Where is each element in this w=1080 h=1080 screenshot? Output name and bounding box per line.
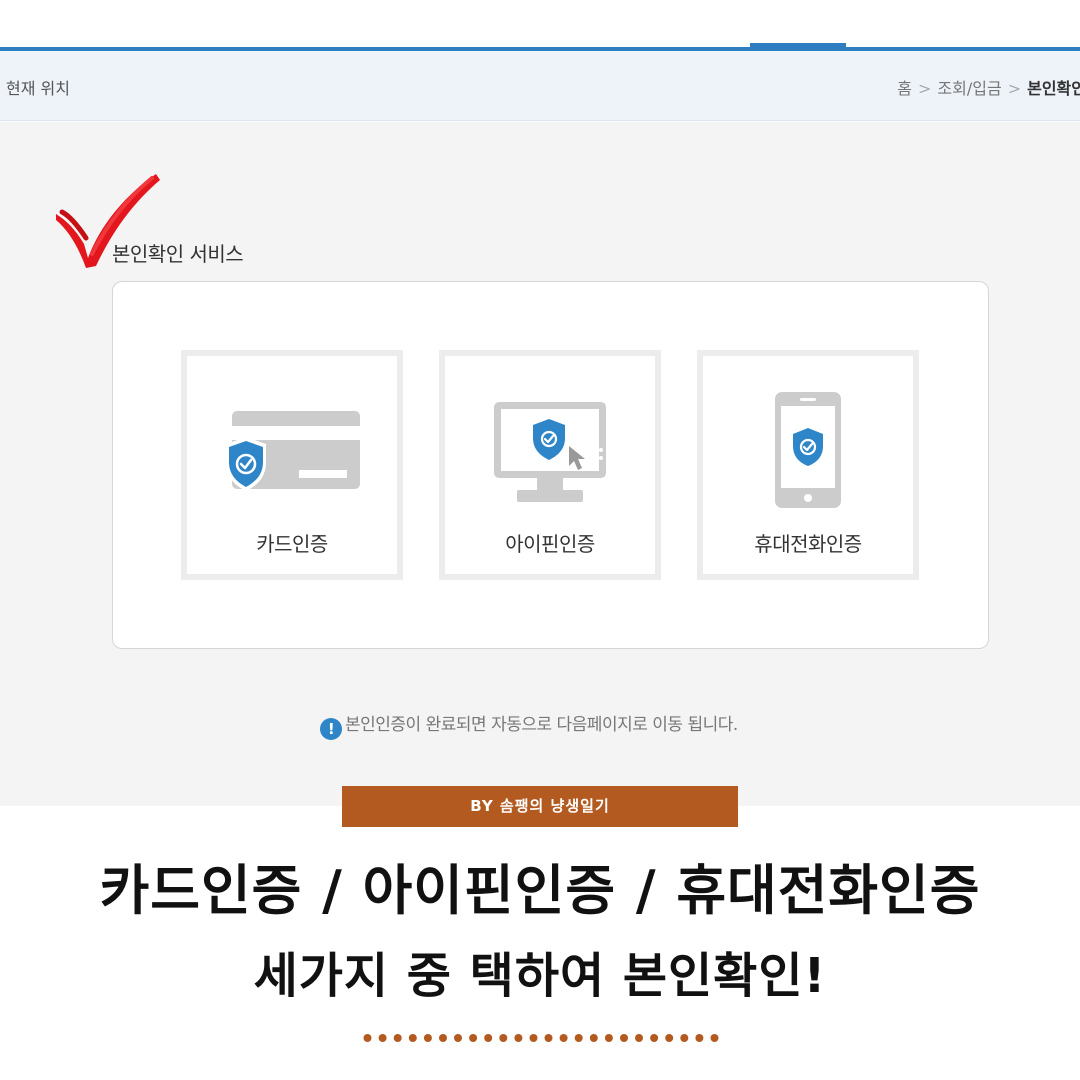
caption-headline-line1: 카드인증 / 아이핀인증 / 휴대전화인증 [99, 859, 981, 922]
card-auth-label: 카드인증 [256, 532, 328, 556]
divider-dot [620, 1034, 628, 1042]
divider-dot [514, 1034, 523, 1042]
phone-auth-option[interactable]: 휴대전화인증 [697, 350, 919, 580]
divider-dot [635, 1034, 643, 1042]
divider-dot [544, 1034, 553, 1042]
caption-headline-line2: 세가지 중 택하여 본인확인! [253, 948, 827, 1004]
divider-dot [393, 1034, 402, 1042]
credit-card-shield-icon [226, 411, 360, 491]
divider-dot [423, 1034, 432, 1042]
divider-dot [529, 1034, 538, 1042]
divider-dot [604, 1034, 613, 1042]
divider-dot [574, 1034, 583, 1042]
breadcrumb-bar: 현재 위치 홈 > 조회/입금 > 본인확인 [0, 51, 1080, 121]
divider-dot [439, 1034, 447, 1042]
divider-dot [559, 1034, 568, 1042]
info-exclamation-icon: ! [320, 718, 342, 740]
divider-dot [680, 1034, 689, 1042]
location-label: 현재 위치 [6, 79, 70, 98]
divider-dot [710, 1034, 719, 1042]
notice-text: 본인인증이 완료되면 자동으로 다음페이지로 이동 됩니다. [345, 715, 738, 735]
ipin-auth-option[interactable]: 아이핀인증 [439, 350, 661, 580]
breadcrumb-separator: > [1007, 79, 1022, 98]
auto-redirect-notice: ! 본인인증이 완료되면 자동으로 다음페이지로 이동 됩니다. [320, 710, 738, 740]
divider-dot [484, 1034, 493, 1042]
card-auth-option[interactable]: 카드인증 [181, 350, 403, 580]
divider-dot [650, 1034, 659, 1042]
phone-auth-label: 휴대전화인증 [754, 532, 862, 556]
breadcrumb-separator: > [918, 79, 932, 98]
divider-dot [499, 1034, 508, 1042]
divider-dot [665, 1034, 674, 1042]
divider-dot [363, 1034, 372, 1042]
top-header [0, 0, 1080, 48]
breadcrumb-home[interactable]: 홈 [897, 79, 912, 98]
byline-banner: BY 솜팽의 냥생일기 [342, 786, 738, 827]
divider-dot [454, 1034, 462, 1042]
divider-dot [408, 1034, 417, 1042]
section-title: 본인확인 서비스 [112, 242, 244, 266]
monitor-shield-icon [494, 402, 606, 502]
breadcrumb-current: 본인확인 [1027, 79, 1080, 98]
divider-dot [695, 1034, 704, 1042]
ipin-auth-label: 아이핀인증 [505, 532, 595, 556]
divider-dot [378, 1034, 387, 1042]
dotted-divider [363, 1034, 719, 1042]
smartphone-shield-icon [775, 392, 841, 508]
breadcrumb: 홈 > 조회/입금 > 본인확인 [897, 75, 1080, 99]
divider-dot [589, 1034, 598, 1042]
divider-dot [469, 1034, 478, 1042]
breadcrumb-inquiry-deposit[interactable]: 조회/입금 [937, 79, 1001, 98]
